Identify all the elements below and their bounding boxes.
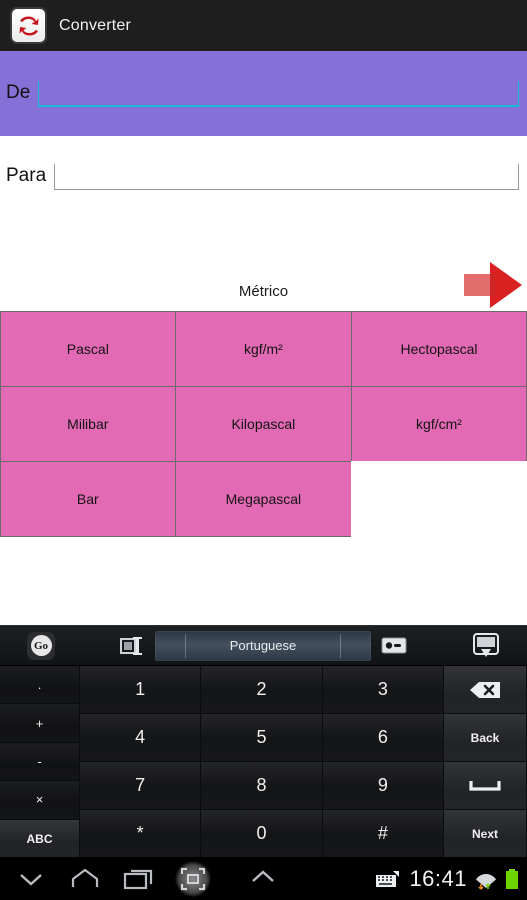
key-6[interactable]: 6 (322, 714, 444, 762)
cursor-select-icon (120, 636, 142, 655)
unit-grid: Pascal kgf/m² Hectopascal Milibar Kilopa… (0, 310, 527, 537)
keyboard-numpad: 1 2 3 4 5 6 7 8 9 * 0 # (80, 666, 444, 858)
backspace-icon (470, 681, 500, 698)
status-clock: 16:41 (409, 865, 467, 891)
unit-button-megapascal[interactable]: Megapascal (175, 460, 352, 537)
numpad-row: 7 8 9 (80, 762, 444, 810)
to-input[interactable] (54, 164, 519, 190)
keyboard-down-icon (473, 632, 499, 657)
keyboard-layout-toggle-icon[interactable] (381, 637, 407, 654)
unit-button-kilopascal[interactable]: Kilopascal (175, 385, 352, 462)
unit-button-pascal[interactable]: Pascal (0, 310, 177, 387)
space-icon (469, 780, 501, 791)
keyboard-active-icon[interactable] (375, 869, 401, 889)
action-bar: Converter (0, 0, 527, 51)
key-backspace[interactable] (444, 666, 527, 714)
from-section: De (0, 51, 527, 136)
recents-icon (123, 869, 153, 889)
keyboard-function-column: Back Next (444, 666, 527, 858)
key-next[interactable]: Next (444, 810, 527, 858)
nav-screenshot-button[interactable] (174, 860, 212, 897)
unit-button-kgf-m2[interactable]: kgf/m² (175, 310, 352, 387)
numpad-row: * 0 # (80, 810, 444, 858)
key-hash[interactable]: # (322, 810, 444, 858)
key-multiply[interactable]: × (0, 781, 80, 820)
key-abc[interactable]: ABC (0, 819, 80, 860)
status-bar-icons: 16:41 (375, 866, 527, 892)
key-5[interactable]: 5 (201, 714, 323, 762)
go-keyboard-logo-icon[interactable]: Go (27, 631, 55, 660)
key-minus[interactable]: - (0, 742, 80, 782)
unit-button-kgf-cm2[interactable]: kgf/cm² (350, 385, 527, 462)
chevron-down-icon (20, 873, 42, 886)
battery-icon (506, 868, 518, 889)
toggle-switch-icon (381, 637, 407, 654)
app-convert-arrows-icon (19, 16, 38, 35)
keyboard-language-selector[interactable]: Portuguese (155, 630, 371, 661)
unit-button-bar[interactable]: Bar (0, 460, 177, 537)
numpad-row: 1 2 3 (80, 666, 444, 714)
category-title: Métrico (238, 283, 289, 300)
screen-capture-icon (180, 867, 206, 890)
chevron-up-icon (252, 870, 274, 882)
to-section: Para (0, 136, 527, 206)
nav-hide-keyboard-button[interactable] (12, 863, 50, 895)
system-navigation-bar: 16:41 (0, 857, 527, 900)
key-7[interactable]: 7 (80, 762, 202, 810)
home-icon (71, 868, 99, 887)
hide-keyboard-icon[interactable] (471, 632, 501, 660)
keyboard-keys: . + - × ABC 1 2 3 4 5 6 7 8 9 * 0 # Back… (0, 666, 527, 860)
text-edit-icon[interactable] (118, 634, 148, 658)
key-2[interactable]: 2 (201, 666, 323, 714)
unit-button-milibar[interactable]: Milibar (0, 385, 177, 462)
keyboard-operator-column: . + - × ABC (0, 666, 80, 860)
app-title: Converter (59, 16, 132, 34)
key-plus[interactable]: + (0, 704, 80, 743)
key-8[interactable]: 8 (201, 762, 323, 810)
keyboard-toolbar: Go Portuguese (0, 626, 527, 666)
nav-home-button[interactable] (66, 863, 104, 895)
from-label: De (6, 82, 31, 103)
nav-recents-button[interactable] (120, 863, 158, 895)
unit-grid-empty-cell (350, 460, 527, 537)
unit-button-hectopascal[interactable]: Hectopascal (350, 310, 527, 387)
key-asterisk[interactable]: * (80, 810, 202, 858)
wifi-icon (476, 873, 496, 890)
key-4[interactable]: 4 (80, 714, 202, 762)
app-root: Converter De Para Métrico Pascal kgf/m² … (0, 0, 527, 900)
key-1[interactable]: 1 (80, 666, 202, 714)
nav-expand-button[interactable] (250, 869, 276, 890)
go-logo-text: Go (30, 635, 52, 656)
numpad-row: 4 5 6 (80, 714, 444, 762)
key-space[interactable] (444, 762, 527, 810)
key-back[interactable]: Back (444, 714, 527, 762)
key-0[interactable]: 0 (201, 810, 323, 858)
soft-keyboard: Go Portuguese . + - × ABC 1 2 3 4 5 6 7 … (0, 625, 527, 860)
key-9[interactable]: 9 (322, 762, 444, 810)
to-label: Para (6, 165, 47, 186)
from-input[interactable] (38, 81, 519, 107)
app-icon (10, 7, 47, 44)
key-3[interactable]: 3 (322, 666, 444, 714)
key-period[interactable]: . (0, 666, 80, 705)
keyboard-language-label: Portuguese (229, 638, 297, 653)
